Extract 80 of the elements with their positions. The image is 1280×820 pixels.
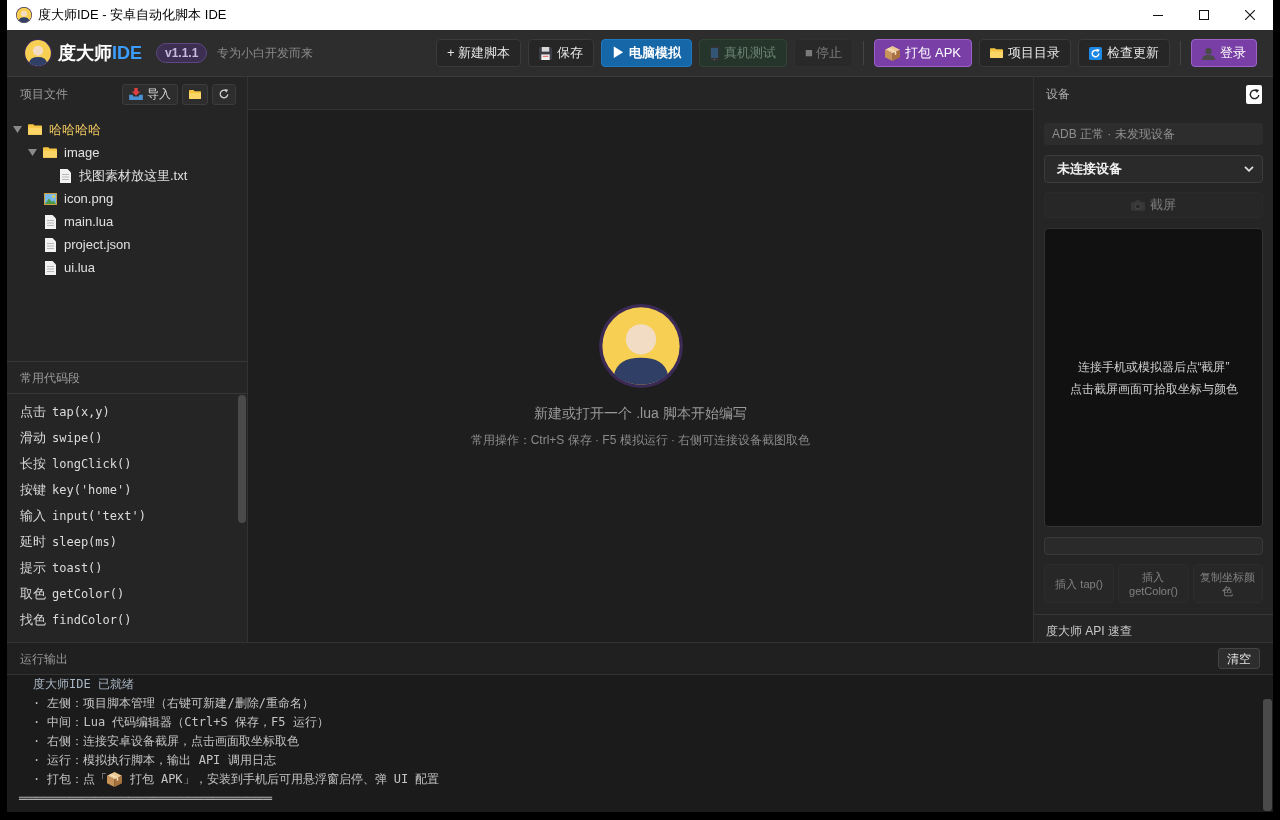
refresh-icon xyxy=(219,89,229,99)
snippet-item[interactable]: 取色 getColor() xyxy=(7,581,233,607)
file-name[interactable]: icon.png xyxy=(64,188,114,209)
new-script-button[interactable]: + 新建脚本 xyxy=(436,39,522,67)
check-update-button[interactable]: 检查更新 xyxy=(1078,39,1170,67)
phone-icon xyxy=(709,45,719,61)
folder-icon xyxy=(28,124,42,135)
section-title: 度大师 API 速查 xyxy=(1046,622,1132,640)
folder-icon xyxy=(43,147,57,158)
file-icon xyxy=(59,168,71,183)
brand-name: 度大师IDE xyxy=(58,41,142,65)
file-name[interactable]: main.lua xyxy=(64,211,114,232)
project-folder-button[interactable]: 项目目录 xyxy=(979,39,1071,67)
import-button[interactable]: 导入 xyxy=(122,83,178,105)
divider-line: ══════════════════════════════ xyxy=(19,790,272,806)
simulate-run-button[interactable]: ▶ 电脑模拟 xyxy=(601,39,692,67)
package-icon xyxy=(885,45,901,61)
panel-title: 项目文件 xyxy=(20,86,68,103)
app-icon xyxy=(16,7,32,23)
log-line: · 运行：模拟执行脚本，输出 API 调用日志 xyxy=(33,753,276,767)
snippet-item[interactable]: 延时 sleep(ms) xyxy=(7,529,233,555)
caret-icon[interactable] xyxy=(13,126,22,133)
log-line: 度大师IDE 已就绪 xyxy=(33,677,134,691)
avatar-icon xyxy=(598,303,683,388)
file-name[interactable]: ui.lua xyxy=(64,257,96,278)
log-line: · 右侧：连接安卓设备截屏，点击画面取坐标取色 xyxy=(33,734,300,748)
refresh-icon xyxy=(1248,88,1260,100)
login-button[interactable]: 登录 xyxy=(1191,39,1257,67)
adb-status-label: ADB 正常 · 未发现设备 xyxy=(1044,123,1263,145)
scrollbar-thumb[interactable] xyxy=(1263,699,1272,811)
logo-icon xyxy=(24,39,52,67)
window-title: 度大师IDE - 安卓自动化脚本 IDE xyxy=(38,6,227,25)
refresh-button[interactable] xyxy=(1246,84,1262,104)
folder-name[interactable]: 哈哈哈哈 xyxy=(49,119,101,140)
empty-state-title: 新建或打开一个 .lua 脚本开始编写 xyxy=(534,403,747,423)
file-name[interactable]: project.json xyxy=(64,234,131,255)
log-line: · 左侧：项目脚本管理（右键可新建/删除/重命名） xyxy=(33,696,314,710)
build-apk-button[interactable]: 打包 APK xyxy=(874,39,972,67)
panel-title: 设备 xyxy=(1045,86,1070,103)
file-icon xyxy=(44,214,56,229)
folder-icon xyxy=(990,48,1003,58)
image-file-icon xyxy=(43,192,57,205)
folder-name[interactable]: image xyxy=(64,142,100,163)
open-folder-button[interactable] xyxy=(182,83,208,105)
tagline: 专为小白开发而来 xyxy=(217,45,314,62)
preview-hint: 连接手机或模拟器后点“截屏” xyxy=(1077,358,1230,376)
download-tray-icon xyxy=(129,88,143,100)
log-line: · 打包：点「 xyxy=(33,771,108,788)
snippet-item[interactable]: 按键 key('home') xyxy=(7,477,233,503)
file-name[interactable]: 找图素材放这里.txt xyxy=(79,165,188,186)
log-line: · 中间：Lua 代码编辑器（Ctrl+S 保存，F5 运行） xyxy=(33,715,329,729)
refresh-button[interactable] xyxy=(212,83,236,105)
empty-state-hint: 常用操作：Ctrl+S 保存 · F5 模拟运行 · 右侧可连接设备截图取色 xyxy=(470,431,811,449)
log-line: 打包 APK」，安装到手机后可用悬浮窗启停、弹 UI 配置 xyxy=(128,771,440,788)
folder-icon xyxy=(189,89,201,99)
clear-button[interactable]: 清空 xyxy=(1218,648,1260,669)
version-badge: v1.1.1 xyxy=(156,43,208,63)
minimize-icon xyxy=(1153,14,1163,16)
package-icon xyxy=(107,772,123,787)
snippet-item[interactable]: 滑动 swipe() xyxy=(7,425,233,451)
snippet-item[interactable]: 提示 toast() xyxy=(7,555,233,581)
close-icon xyxy=(1245,10,1255,20)
maximize-icon xyxy=(1199,10,1209,20)
file-icon xyxy=(44,260,56,275)
refresh-icon xyxy=(1089,46,1102,60)
snippet-item[interactable]: 找色 findColor() xyxy=(7,607,233,633)
snippet-item[interactable]: 点击 tap(x,y) xyxy=(7,399,233,425)
snippet-item[interactable]: 长按 longClick() xyxy=(7,451,233,477)
chevron-down-icon xyxy=(1244,166,1254,172)
caret-icon[interactable] xyxy=(28,149,37,156)
device-select[interactable]: 未连接设备 xyxy=(1044,155,1263,183)
user-icon xyxy=(1202,46,1215,60)
preview-hint: 点击截屏画面可拾取坐标与颜色 xyxy=(1069,380,1238,398)
snippet-item[interactable]: 输入 input('text') xyxy=(7,503,233,529)
scrollbar-thumb[interactable] xyxy=(238,395,246,523)
save-button[interactable]: 保存 xyxy=(528,39,595,67)
file-icon xyxy=(44,237,56,252)
camera-icon xyxy=(1131,199,1145,211)
panel-title: 运行输出 xyxy=(20,650,68,668)
panel-title: 常用代码段 xyxy=(20,369,80,387)
